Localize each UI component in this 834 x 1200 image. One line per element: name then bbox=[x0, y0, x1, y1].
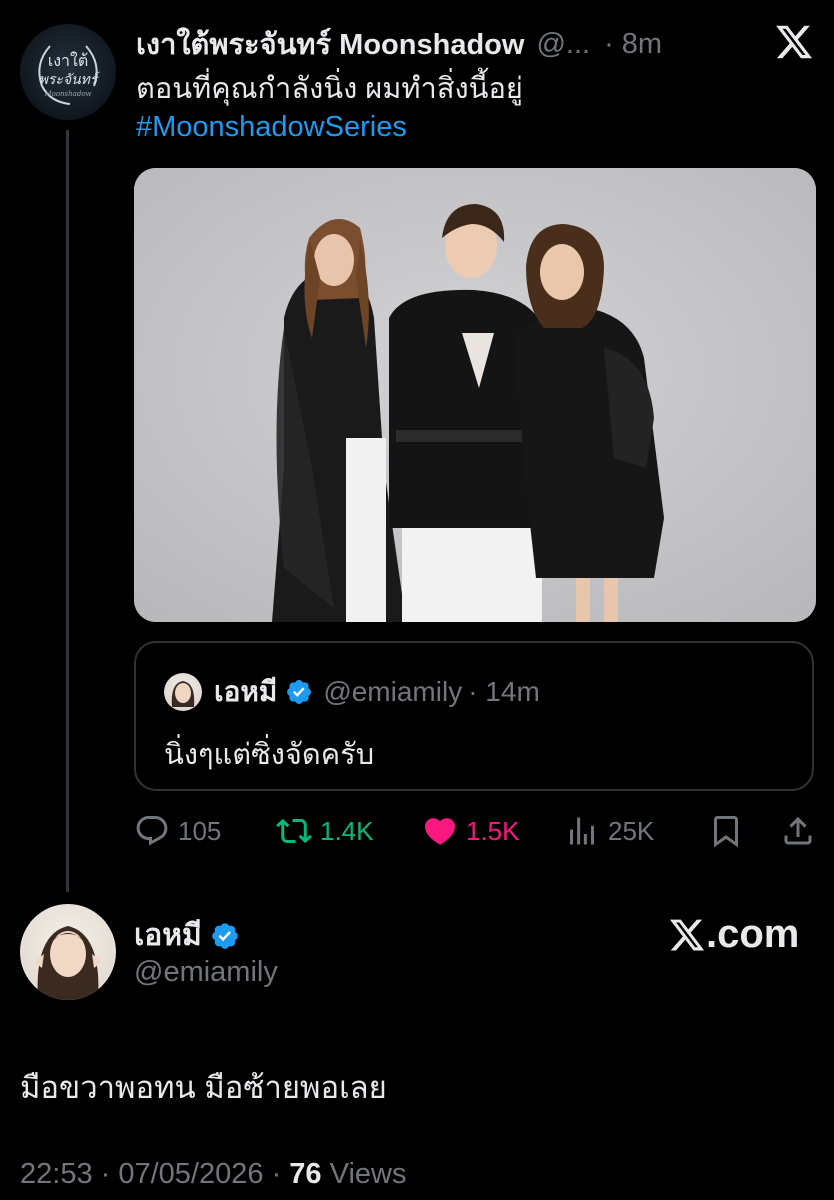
views-label: Views bbox=[329, 1158, 407, 1190]
heart-icon bbox=[424, 818, 456, 845]
quoted-tweet-text: นิ่งๆแต่ซิ่งจัดครับ bbox=[164, 739, 375, 771]
quoted-tweet-card[interactable]: เอหมี @emiamily · 14m นิ่งๆแต่ซิ่งจัดครั… bbox=[134, 641, 814, 791]
main-author-handle[interactable]: @emiamily bbox=[134, 956, 278, 989]
tweet-meta: 22:53 · 07/05/2026 · 76 Views bbox=[20, 1158, 406, 1191]
x-com-watermark: .com bbox=[668, 912, 799, 957]
tweet-time[interactable]: 22:53 bbox=[20, 1158, 93, 1190]
main-tweet-text: มือขวาพอทน มือซ้ายพอเลย bbox=[20, 1070, 387, 1105]
repost-count: 1.4K bbox=[320, 815, 374, 846]
parent-tweet-text: ตอนที่คุณกำลังนิ่ง ผมทำสิ่งนี้อยู่ #Moon… bbox=[136, 70, 796, 146]
logo-line-2: พระจันทร์ bbox=[39, 71, 101, 88]
analytics-icon bbox=[570, 817, 594, 845]
views-button[interactable]: 25K bbox=[564, 813, 654, 849]
reply-icon bbox=[136, 816, 168, 846]
verified-badge-icon bbox=[212, 922, 238, 949]
bookmark-icon bbox=[714, 816, 738, 848]
moonshadow-logo: เงาใต้ พระจันทร์ Moonshadow bbox=[38, 45, 101, 105]
tweet-photo[interactable] bbox=[134, 168, 816, 622]
like-count: 1.5K bbox=[466, 815, 520, 846]
parent-timestamp[interactable]: · 8m bbox=[604, 28, 662, 61]
main-author-name-row: เอหมี bbox=[134, 912, 240, 959]
views-number: 76 bbox=[289, 1158, 322, 1190]
parent-author-name[interactable]: เงาใต้พระจันทร์ Moonshadow bbox=[136, 24, 524, 64]
tweet-date[interactable]: 07/05/2026 bbox=[118, 1158, 263, 1190]
quoted-tweet-header: เอหมี @emiamily · 14m bbox=[214, 671, 540, 713]
parent-author-handle[interactable]: @... bbox=[536, 28, 590, 61]
parent-tweet-header: เงาใต้พระจันทร์ Moonshadow @... · 8m bbox=[136, 24, 706, 64]
repost-button[interactable]: 1.4K bbox=[276, 813, 374, 849]
reply-button[interactable]: 105 bbox=[134, 813, 221, 849]
like-button[interactable]: 1.5K bbox=[422, 813, 520, 849]
share-button[interactable] bbox=[780, 813, 816, 849]
tweet-action-bar: 105 1.4K 1.5K 25K bbox=[134, 808, 816, 854]
verified-badge-icon bbox=[287, 680, 312, 704]
main-author-name[interactable]: เอหมี bbox=[134, 912, 202, 959]
parent-tweet-body: ตอนที่คุณกำลังนิ่ง ผมทำสิ่งนี้อยู่ bbox=[136, 73, 523, 105]
group-photo-image bbox=[134, 168, 816, 622]
parent-avatar[interactable]: เงาใต้ พระจันทร์ Moonshadow bbox=[20, 24, 116, 120]
x-logo-icon[interactable] bbox=[774, 22, 814, 62]
hashtag-link[interactable]: #MoonshadowSeries bbox=[136, 108, 796, 146]
repost-icon bbox=[276, 818, 312, 844]
views-count: 25K bbox=[608, 815, 655, 846]
x-logo-icon bbox=[669, 919, 705, 950]
bookmark-button[interactable] bbox=[708, 813, 744, 849]
main-author-avatar[interactable] bbox=[20, 904, 116, 1000]
share-icon bbox=[784, 816, 812, 845]
quoted-author-name[interactable]: เอหมี bbox=[214, 670, 277, 714]
quoted-author-avatar[interactable] bbox=[164, 673, 202, 711]
watermark-text: .com bbox=[706, 912, 800, 956]
meta-separator: · bbox=[100, 1158, 119, 1190]
quoted-author-handle[interactable]: @emiamily bbox=[323, 676, 462, 708]
thread-connector-line bbox=[66, 130, 69, 892]
meta-separator: · bbox=[271, 1158, 290, 1190]
logo-line-3: Moonshadow bbox=[43, 90, 91, 98]
reply-count: 105 bbox=[178, 815, 222, 846]
logo-line-1: เงาใต้ bbox=[48, 51, 88, 70]
quoted-timestamp[interactable]: · 14m bbox=[468, 676, 540, 708]
